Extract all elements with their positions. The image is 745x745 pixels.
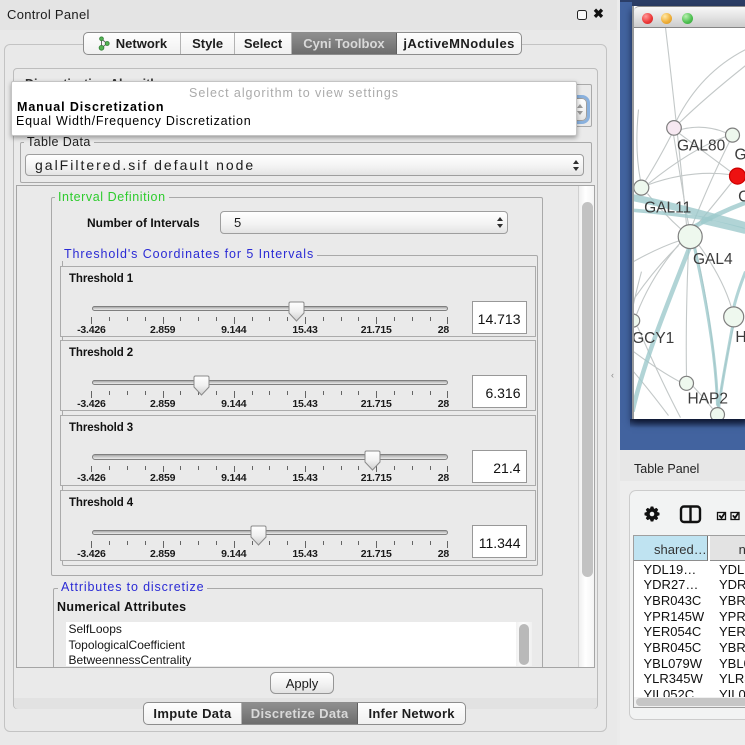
svg-text:H: H xyxy=(735,329,745,346)
svg-text:C: C xyxy=(738,189,745,206)
svg-text:GAL11: GAL11 xyxy=(644,200,691,217)
svg-text:GAL80: GAL80 xyxy=(677,138,726,155)
svg-text:GAL4: GAL4 xyxy=(693,251,733,268)
svg-text:HAP2: HAP2 xyxy=(687,391,728,408)
svg-text:GA: GA xyxy=(734,147,745,164)
svg-text:GCY1: GCY1 xyxy=(634,330,674,347)
